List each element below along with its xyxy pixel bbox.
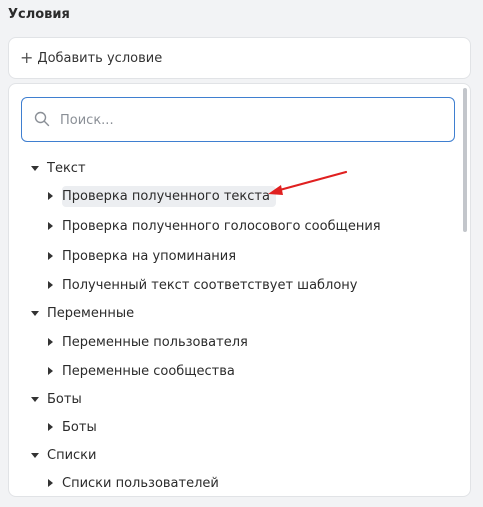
conditions-panel-root: Условия + Добавить условие Текст Проверк…: [0, 0, 483, 507]
tree-group-label: Переменные: [47, 305, 135, 321]
tree-group-lists[interactable]: Списки: [31, 444, 96, 466]
tree-item-label: Полученный текст соответствует шаблону: [62, 277, 358, 293]
tree-item-label: Переменные пользователя: [62, 334, 248, 350]
add-condition-button[interactable]: + Добавить условие: [8, 37, 471, 79]
tree-item-label: Списки пользователей: [62, 475, 219, 491]
search-box[interactable]: [21, 97, 455, 143]
add-condition-label: Добавить условие: [37, 50, 163, 66]
tree-item-label: Проверка полученного голосового сообщени…: [62, 218, 381, 234]
tree-item-community-variables[interactable]: Переменные сообщества: [48, 360, 235, 382]
search-input[interactable]: [58, 98, 442, 143]
chevron-right-icon: [48, 252, 53, 260]
tree-group-label: Текст: [47, 160, 86, 176]
condition-picker-panel: Текст Проверка полученного текста Провер…: [8, 83, 471, 497]
tree-group-variables[interactable]: Переменные: [31, 302, 134, 324]
tree-item-label: Проверка на упоминания: [62, 248, 237, 264]
search-icon: [34, 111, 50, 127]
section-title: Условия: [8, 7, 70, 22]
chevron-right-icon: [48, 479, 53, 487]
tree-item-bots[interactable]: Боты: [48, 416, 97, 438]
plus-icon: +: [20, 48, 34, 67]
chevron-right-icon: [48, 192, 53, 200]
tree-item-check-voice-message[interactable]: Проверка полученного голосового сообщени…: [48, 215, 381, 237]
tree-item-label: Переменные сообщества: [62, 363, 235, 379]
chevron-right-icon: [48, 281, 53, 289]
chevron-down-icon: [31, 310, 39, 316]
tree-group-label: Списки: [47, 447, 97, 463]
tree-group-bots[interactable]: Боты: [31, 388, 82, 410]
tree-item-label: Проверка полученного текста: [62, 185, 276, 207]
tree-item-check-mentions[interactable]: Проверка на упоминания: [48, 245, 236, 267]
tree-item-user-lists[interactable]: Списки пользователей: [48, 472, 219, 494]
chevron-down-icon: [31, 396, 39, 402]
chevron-right-icon: [48, 222, 53, 230]
tree-item-check-received-text[interactable]: Проверка полученного текста: [48, 185, 276, 207]
chevron-right-icon: [48, 338, 53, 346]
tree-group-label: Боты: [47, 391, 82, 407]
tree-item-text-matches-template[interactable]: Полученный текст соответствует шаблону: [48, 274, 358, 296]
chevron-down-icon: [31, 452, 39, 458]
chevron-down-icon: [31, 165, 39, 171]
tree-item-label: Боты: [62, 419, 97, 435]
chevron-right-icon: [48, 423, 53, 431]
tree-item-user-variables[interactable]: Переменные пользователя: [48, 331, 248, 353]
chevron-right-icon: [48, 367, 53, 375]
tree-group-text[interactable]: Текст: [31, 157, 86, 179]
scrollbar-thumb[interactable]: [463, 88, 467, 232]
